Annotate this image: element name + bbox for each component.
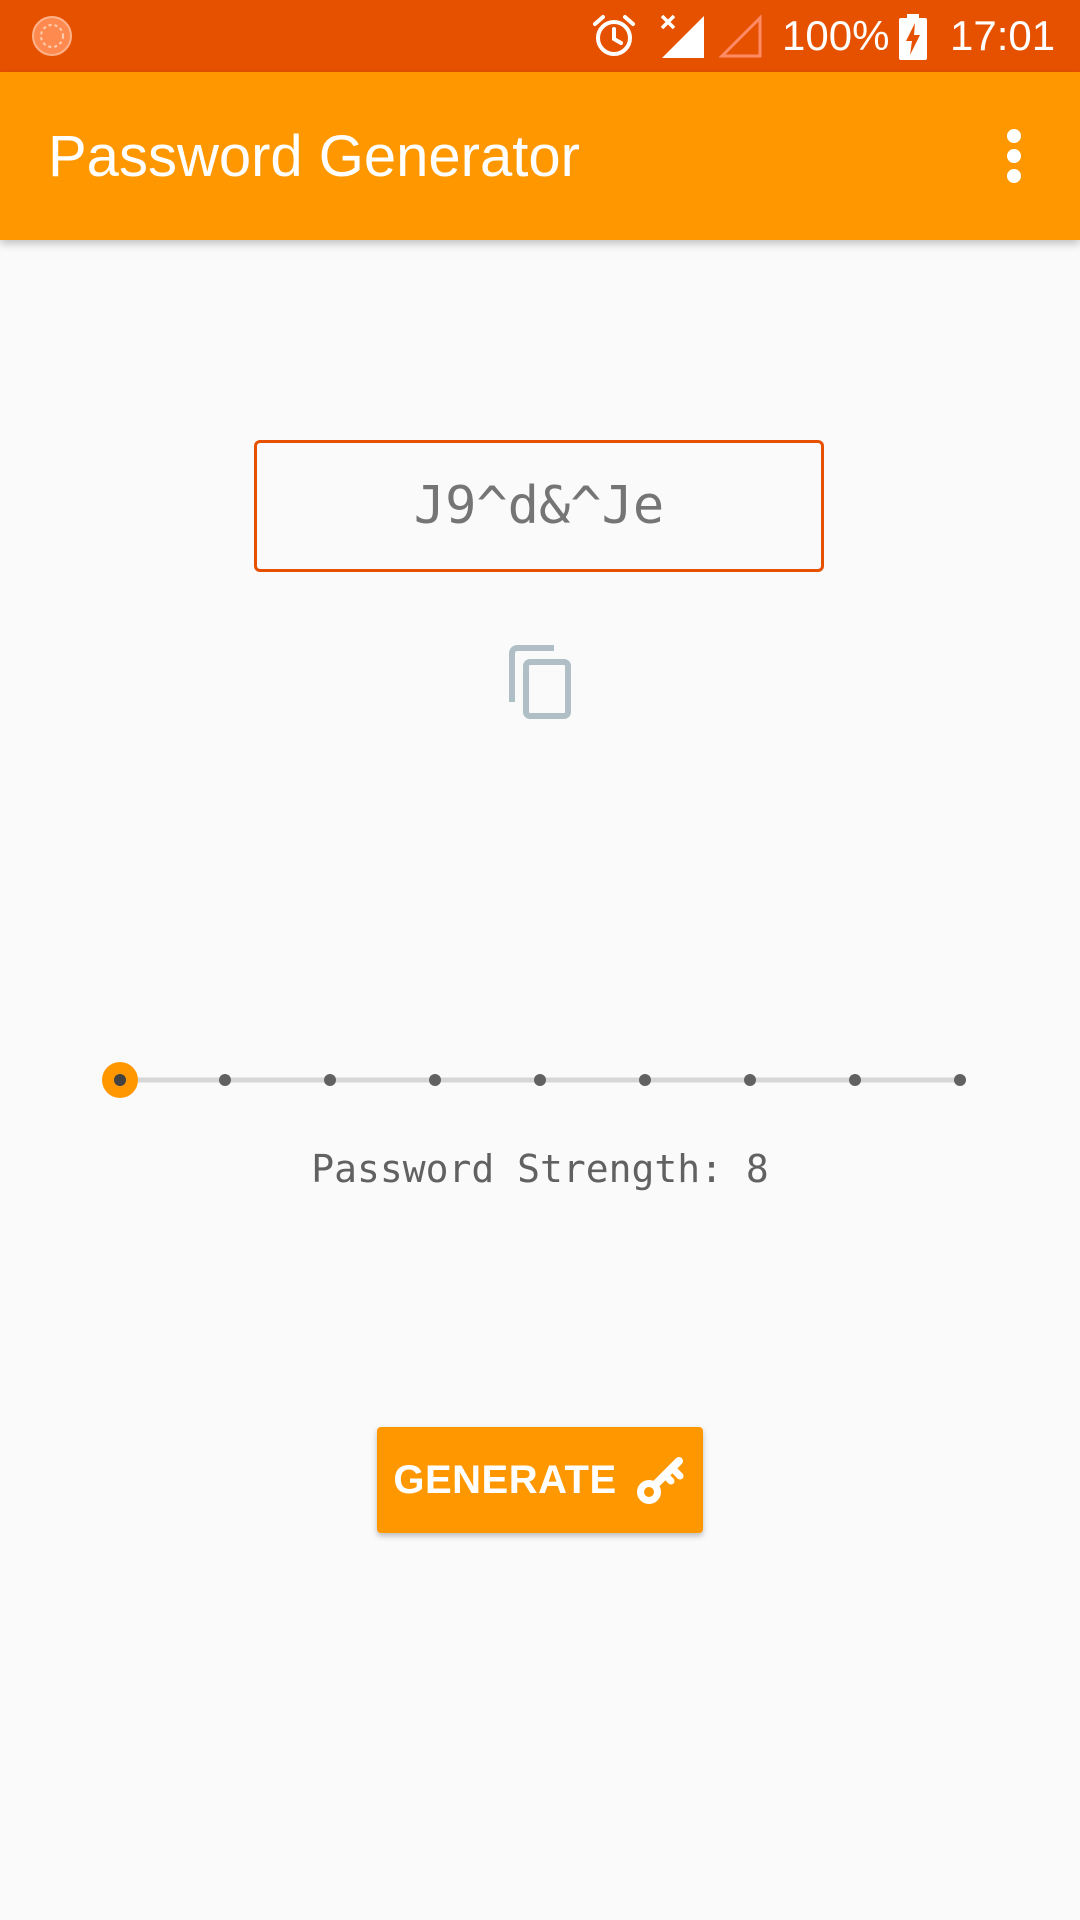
alarm-icon <box>593 15 635 56</box>
clock: 17:01 <box>950 12 1056 59</box>
password-field[interactable]: J9^d&^Je <box>254 440 824 572</box>
generate-button[interactable]: GENERATE <box>377 1427 703 1533</box>
app-title: Password Generator <box>48 124 580 189</box>
signal-no-service-icon <box>660 14 704 58</box>
generate-button-label: GENERATE <box>393 1457 617 1502</box>
slider-tick <box>429 1074 441 1086</box>
slider-tick <box>639 1074 651 1086</box>
status-bar: 100% 17:01 <box>0 0 1080 72</box>
slider-thumb-dot <box>114 1074 126 1086</box>
slider-tick <box>744 1074 756 1086</box>
slider-tick <box>849 1074 861 1086</box>
notification-icon <box>32 16 72 56</box>
key-icon <box>636 1457 684 1504</box>
strength-slider[interactable] <box>100 1050 980 1110</box>
more-vert-icon[interactable] <box>984 124 1044 188</box>
signal-empty-icon <box>718 14 762 58</box>
battery-percent: 100% <box>782 12 890 59</box>
password-value: J9^d&^Je <box>413 476 665 536</box>
app-bar: Password Generator <box>0 72 1080 240</box>
slider-tick <box>954 1074 966 1086</box>
copy-icon[interactable] <box>506 644 574 720</box>
password-strength-label: Password Strength: 8 <box>311 1147 769 1191</box>
battery-charging-icon <box>899 14 927 60</box>
slider-tick <box>534 1074 546 1086</box>
slider-tick <box>219 1074 231 1086</box>
slider-tick <box>324 1074 336 1086</box>
